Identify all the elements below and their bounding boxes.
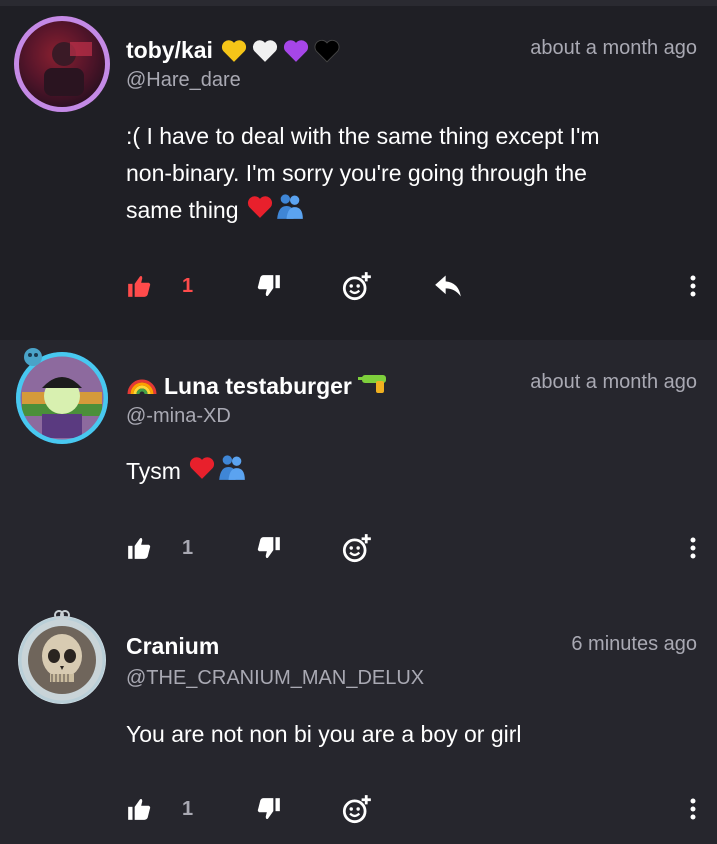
- comment-item: Luna testaburger @-mina-XD about a month…: [0, 340, 717, 604]
- author-handle[interactable]: @THE_CRANIUM_MAN_DELUX: [126, 666, 424, 690]
- comment-author[interactable]: toby/kai: [126, 36, 342, 64]
- avatar[interactable]: [18, 616, 106, 704]
- comment-text-line: :( I have to deal with the same thing ex…: [126, 123, 600, 149]
- comment-text: You are not non bi you are a boy or girl: [126, 716, 701, 753]
- avatar[interactable]: [14, 16, 110, 112]
- comment-text-line: non-binary. I'm sorry you're going throu…: [126, 160, 587, 186]
- more-vertical-icon: [690, 537, 696, 559]
- reply-icon: [435, 275, 461, 297]
- comment-timestamp: about a month ago: [530, 37, 697, 59]
- comment-text-line: same thing: [126, 192, 701, 231]
- more-vertical-icon: [690, 798, 696, 820]
- avatar-badge-icon: [54, 608, 70, 622]
- comment-text-line-content: Tysm: [126, 458, 181, 484]
- like-count: 1: [182, 275, 194, 297]
- water-pistol-emoji-icon: [357, 371, 390, 401]
- comment-timestamp: about a month ago: [530, 371, 697, 393]
- like-button[interactable]: [126, 791, 152, 827]
- thumbs-up-icon: [128, 275, 151, 297]
- rainbow-emoji-icon: [126, 370, 158, 402]
- dislike-button[interactable]: [256, 791, 282, 827]
- comment-actions: 1: [126, 268, 697, 304]
- comment-actions: 1: [126, 530, 697, 566]
- skull-avatar-icon: [18, 616, 106, 704]
- comment-timestamp: 6 minutes ago: [571, 633, 697, 655]
- avatar-image-icon: [14, 16, 110, 112]
- like-count: 1: [182, 537, 194, 559]
- author-handle[interactable]: @Hare_dare: [126, 68, 241, 92]
- thumbs-down-icon: [257, 798, 280, 820]
- author-handle[interactable]: @-mina-XD: [126, 404, 231, 428]
- more-options-button[interactable]: [689, 791, 697, 827]
- thumbs-up-icon: [128, 798, 151, 820]
- author-name: Luna testaburger: [164, 373, 352, 399]
- add-reaction-button[interactable]: [342, 791, 372, 827]
- author-name: Cranium: [126, 633, 220, 659]
- red-heart-emoji-icon: [187, 454, 217, 491]
- comment-text-line-content: same thing: [126, 197, 239, 223]
- comment-item: Cranium @THE_CRANIUM_MAN_DELUX 6 minutes…: [0, 604, 717, 844]
- comment-author[interactable]: Cranium: [126, 632, 219, 660]
- thumbs-down-icon: [257, 537, 280, 559]
- like-button[interactable]: [126, 530, 152, 566]
- thumbs-up-icon: [128, 537, 151, 559]
- add-reaction-icon: [342, 272, 371, 301]
- comment-text-line: Tysm: [126, 453, 701, 492]
- comment-text: :( I have to deal with the same thing ex…: [126, 118, 701, 231]
- comment-text-line: You are not non bi you are a boy or girl: [126, 721, 522, 747]
- more-options-button[interactable]: [689, 268, 697, 304]
- hearts-emoji-icon: [219, 37, 342, 63]
- more-options-button[interactable]: [689, 530, 697, 566]
- comment-item: toby/kai @Hare_dare about a month ago :(…: [0, 6, 717, 340]
- reply-button[interactable]: [434, 268, 462, 304]
- author-name: toby/kai: [126, 37, 213, 63]
- dislike-button[interactable]: [256, 268, 282, 304]
- add-reaction-button[interactable]: [342, 530, 372, 566]
- comment-actions: 1: [126, 791, 697, 827]
- thumbs-down-icon: [257, 275, 280, 297]
- like-count: 1: [182, 798, 194, 820]
- people-hugging-emoji-icon: [275, 192, 305, 231]
- avatar-badge-icon: [22, 346, 44, 368]
- red-heart-emoji-icon: [245, 193, 275, 230]
- add-reaction-button[interactable]: [342, 268, 372, 304]
- more-vertical-icon: [690, 275, 696, 297]
- dislike-button[interactable]: [256, 530, 282, 566]
- comment-text: Tysm: [126, 453, 701, 492]
- people-hugging-emoji-icon: [217, 453, 247, 492]
- add-reaction-icon: [342, 795, 371, 824]
- like-button[interactable]: [126, 268, 152, 304]
- add-reaction-icon: [342, 534, 371, 563]
- comment-author[interactable]: Luna testaburger: [126, 370, 390, 402]
